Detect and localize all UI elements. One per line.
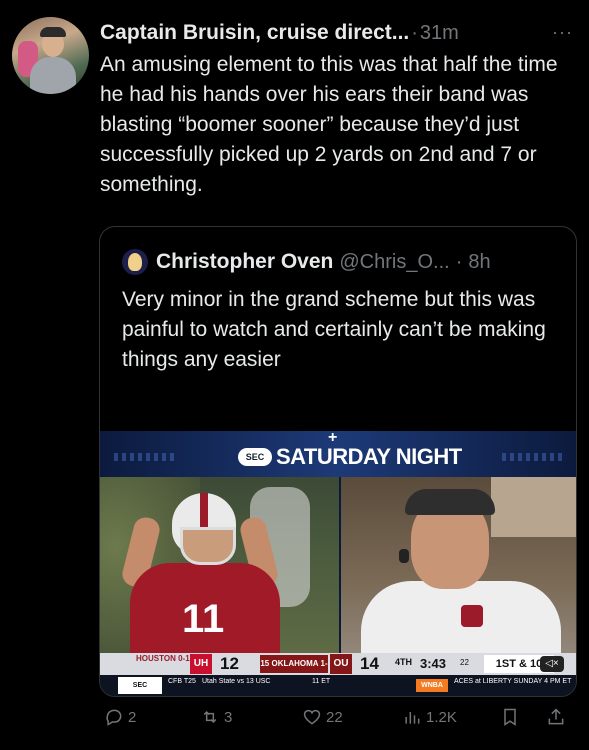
- more-options-icon[interactable]: ···: [552, 22, 573, 43]
- ticker-network-logo: SEC: [118, 677, 162, 694]
- repost-count: 3: [224, 708, 233, 726]
- score-ticker: SEC CFB T25 Utah State vs 13 USC 11 ET W…: [100, 675, 576, 696]
- quoted-author-avatar[interactable]: [122, 249, 148, 275]
- reply-count: 2: [128, 708, 137, 726]
- post-time-separator: ·: [411, 21, 418, 44]
- banner-dots-left: [114, 453, 174, 461]
- player-camera-feed: 11: [100, 477, 339, 653]
- post-header: Captain Bruisin, cruise direct... · 31m …: [100, 18, 575, 48]
- banner-dots-right: [502, 453, 562, 461]
- quoted-handle[interactable]: @Chris_O...: [339, 251, 449, 274]
- avatar-body: [30, 57, 76, 94]
- repost-button[interactable]: 3: [200, 707, 232, 727]
- author-avatar[interactable]: [12, 17, 89, 94]
- quoted-media-image[interactable]: + SEC SATURDAY NIGHT 11 HOUSTON 0-1 UH 1…: [100, 431, 576, 696]
- quoted-author-name[interactable]: Christopher Oven: [156, 250, 333, 274]
- broadcast-banner: + SEC SATURDAY NIGHT: [100, 431, 576, 477]
- views-button[interactable]: 1.2K: [402, 707, 457, 727]
- team1-name: HOUSTON 0-1: [136, 654, 190, 663]
- headset-mic: [399, 549, 409, 563]
- team2-name: 15 OKLAHOMA 1-0: [260, 655, 328, 686]
- post-actions-bar: 2 3 22 1.2K: [0, 703, 589, 733]
- bookmark-icon: [504, 708, 516, 726]
- quoted-header: Christopher Oven @Chris_O... · 8h: [122, 247, 491, 277]
- play-clock: 22: [460, 658, 469, 667]
- team1-score: 12: [220, 654, 239, 673]
- view-count: 1.2K: [426, 708, 457, 726]
- bookmark-button[interactable]: [500, 707, 520, 727]
- views-chart-icon: [405, 712, 420, 724]
- ticker-label: CFB T25: [168, 678, 196, 685]
- quoted-time[interactable]: 8h: [468, 251, 490, 274]
- heart-icon: [303, 709, 321, 725]
- ticker-game: Utah State vs 13 USC: [202, 678, 271, 685]
- coach-hat: [405, 489, 495, 515]
- reply-icon: [106, 709, 122, 726]
- team1-logo: UH: [190, 654, 212, 674]
- share-button[interactable]: [546, 707, 566, 727]
- quarter: 4TH: [395, 657, 413, 667]
- reply-button[interactable]: 2: [104, 707, 136, 727]
- scoreboard: HOUSTON 0-1 UH 12 15 OKLAHOMA 1-0 OU 14 …: [100, 653, 576, 686]
- quoted-post[interactable]: Christopher Oven @Chris_O... · 8h Very m…: [99, 226, 577, 697]
- mute-video-icon[interactable]: ◁×: [540, 656, 564, 672]
- coach-camera-feed: [341, 477, 576, 653]
- team2-score: 14: [360, 654, 379, 673]
- ticker-time: 11 ET: [312, 678, 331, 685]
- quoted-text: Very minor in the grand scheme but this …: [122, 288, 546, 371]
- avatar-cap: [40, 27, 66, 37]
- ou-shirt-logo: [461, 605, 483, 627]
- post-time[interactable]: 31m: [420, 22, 459, 45]
- repost-icon: [203, 710, 217, 724]
- game-clock: 3:43: [420, 656, 447, 671]
- author-name[interactable]: Captain Bruisin, cruise direct...: [100, 21, 409, 45]
- ticker-promo: ACES at LIBERTY SUNDAY 4 PM ET: [454, 678, 572, 685]
- like-count: 22: [326, 708, 343, 726]
- sec-network-logo: SEC: [238, 448, 272, 466]
- team2-logo: OU: [330, 654, 352, 674]
- like-button[interactable]: 22: [302, 707, 343, 727]
- quoted-time-separator: ·: [455, 250, 463, 273]
- share-icon: [548, 708, 564, 725]
- banner-title: SATURDAY NIGHT: [276, 444, 462, 469]
- post-text: An amusing element to this was that half…: [100, 53, 558, 196]
- jersey-number: 11: [182, 597, 225, 641]
- ticker-wnba-logo: WNBA: [416, 679, 448, 692]
